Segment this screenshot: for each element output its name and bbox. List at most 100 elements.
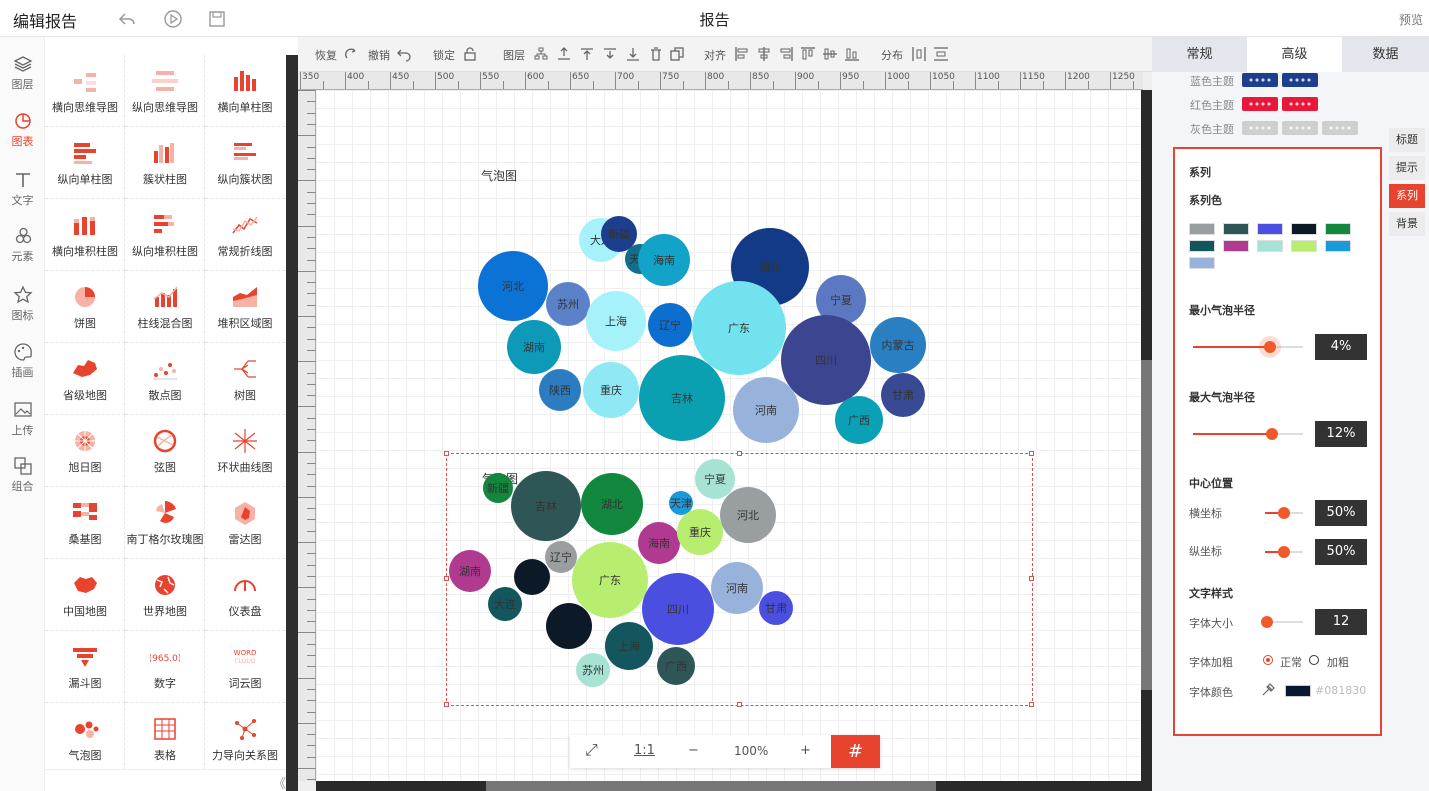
- bubble[interactable]: 河南: [711, 562, 763, 614]
- chart-type-item[interactable]: 横向思维导图: [45, 55, 125, 127]
- chart-type-item[interactable]: 力导向关系图: [205, 703, 285, 769]
- series-color-swatch[interactable]: [1325, 223, 1351, 235]
- align-left-icon[interactable]: [734, 46, 750, 62]
- copy-icon[interactable]: [669, 46, 685, 62]
- side-tab-1[interactable]: 提示: [1389, 156, 1425, 180]
- layer-tree-icon[interactable]: [533, 46, 549, 62]
- canvas-horizontal-scrollbar[interactable]: [316, 781, 1141, 791]
- chart-type-item[interactable]: 簇状柱图: [125, 127, 205, 199]
- zoom-in-button[interactable]: +: [800, 743, 811, 758]
- chart-type-item[interactable]: 中国地图: [45, 559, 125, 631]
- send-bottom-icon[interactable]: [625, 46, 641, 62]
- distribute-h-icon[interactable]: [911, 46, 927, 62]
- chart-type-item[interactable]: 常规折线图: [205, 199, 285, 271]
- tab-general[interactable]: 常规: [1152, 37, 1247, 72]
- resize-handle[interactable]: [444, 576, 449, 581]
- canvas-vertical-scrollbar[interactable]: [1141, 90, 1152, 791]
- bubble[interactable]: 广东: [692, 281, 786, 375]
- chart-type-item[interactable]: 雷达图: [205, 487, 285, 559]
- theme-swatch[interactable]: [1282, 97, 1318, 111]
- bubble-chart-2-selected[interactable]: 气泡图 新疆吉林湖北天津宁夏河北海南重庆辽宁湖南广东四川河南大连甘肃上海苏州广西: [444, 451, 1034, 707]
- series-color-swatch[interactable]: [1291, 223, 1317, 235]
- bubble[interactable]: 河北: [478, 251, 548, 321]
- bubble[interactable]: 河南: [733, 377, 799, 443]
- font-color-value[interactable]: #081830: [1315, 684, 1366, 697]
- y-slider-handle[interactable]: [1278, 546, 1290, 558]
- lock-button[interactable]: 锁定: [433, 47, 455, 63]
- bubble[interactable]: 四川: [642, 573, 714, 645]
- bubble[interactable]: 大连: [488, 587, 522, 621]
- series-color-swatch[interactable]: [1189, 223, 1215, 235]
- distribute-v-icon[interactable]: [933, 46, 949, 62]
- chart-type-item[interactable]: 树图: [205, 343, 285, 415]
- bubble[interactable]: 甘肃: [881, 373, 925, 417]
- align-center-h-icon[interactable]: [756, 46, 772, 62]
- bubble[interactable]: 海南: [638, 522, 680, 564]
- chart-type-item[interactable]: 堆积区域图: [205, 271, 285, 343]
- min-radius-handle[interactable]: [1264, 341, 1276, 353]
- side-tab-0[interactable]: 标题: [1389, 128, 1425, 152]
- chart-type-item[interactable]: 纵向单柱图: [45, 127, 125, 199]
- resize-handle[interactable]: [444, 451, 449, 456]
- series-color-swatch[interactable]: [1257, 223, 1283, 235]
- undo-arrow-icon[interactable]: [117, 9, 137, 29]
- bubble[interactable]: 海南: [638, 234, 690, 286]
- nav-item-pie-chart[interactable]: 图表: [0, 104, 45, 160]
- collapse-chevron-icon[interactable]: 《: [273, 773, 286, 791]
- nav-item-image-upload[interactable]: 上传: [0, 393, 45, 449]
- report-page[interactable]: 气泡图 大连新疆天津海南湖北河北苏州上海辽宁广东宁夏内蒙古湖南四川陕西重庆吉林河…: [316, 90, 1141, 781]
- preview-button[interactable]: 预览: [1399, 11, 1423, 28]
- resize-handle[interactable]: [737, 451, 742, 456]
- bubble[interactable]: 甘肃: [759, 591, 793, 625]
- nav-item-palette[interactable]: 插画: [0, 335, 45, 391]
- chart-type-item[interactable]: 旭日图: [45, 415, 125, 487]
- bring-up-icon[interactable]: [556, 46, 572, 62]
- theme-swatch[interactable]: [1242, 97, 1278, 111]
- theme-swatch[interactable]: [1242, 121, 1278, 135]
- bubble[interactable]: 重庆: [677, 509, 723, 555]
- resize-handle[interactable]: [444, 702, 449, 707]
- bubble[interactable]: 新疆: [483, 473, 513, 503]
- bubble[interactable]: 上海: [586, 291, 646, 351]
- resize-handle[interactable]: [1029, 451, 1034, 456]
- bold-radio[interactable]: [1309, 655, 1319, 665]
- min-radius-value[interactable]: 4%: [1315, 334, 1367, 360]
- nav-item-star[interactable]: 图标: [0, 278, 45, 334]
- chart-type-item[interactable]: 纵向簇状图: [205, 127, 285, 199]
- chart-type-item[interactable]: (965.0) 数字: [125, 631, 205, 703]
- series-color-swatch[interactable]: [1291, 240, 1317, 252]
- align-bottom-icon[interactable]: [844, 46, 860, 62]
- redo-button[interactable]: 恢复: [315, 47, 337, 63]
- align-button[interactable]: 对齐: [704, 47, 726, 63]
- bubble[interactable]: [514, 559, 550, 595]
- chart-type-item[interactable]: 散点图: [125, 343, 205, 415]
- chart-type-item[interactable]: 世界地图: [125, 559, 205, 631]
- chart-type-item[interactable]: 纵向堆积柱图: [125, 199, 205, 271]
- chart-type-item[interactable]: 横向单柱图: [205, 55, 285, 127]
- resize-handle[interactable]: [1029, 576, 1034, 581]
- undo-icon[interactable]: [396, 46, 412, 62]
- normal-radio[interactable]: [1263, 655, 1273, 665]
- chart-type-item[interactable]: 南丁格尔玫瑰图: [125, 487, 205, 559]
- delete-icon[interactable]: [648, 46, 664, 62]
- bubble[interactable]: 广东: [572, 542, 648, 618]
- nav-item-shapes[interactable]: 元素: [0, 219, 45, 275]
- x-slider-handle[interactable]: [1278, 507, 1290, 519]
- bubble[interactable]: 广西: [657, 647, 695, 685]
- side-tab-3[interactable]: 背景: [1389, 212, 1425, 236]
- bubble[interactable]: 内蒙古: [870, 317, 926, 373]
- series-color-swatch[interactable]: [1189, 240, 1215, 252]
- scroll-thumb[interactable]: [1141, 360, 1152, 690]
- max-radius-handle[interactable]: [1266, 428, 1279, 440]
- series-color-swatch[interactable]: [1189, 257, 1215, 269]
- align-middle-icon[interactable]: [822, 46, 838, 62]
- bubble[interactable]: 湖北: [581, 473, 643, 535]
- bubble[interactable]: 吉林: [639, 355, 725, 441]
- panel-scrollbar[interactable]: [286, 55, 298, 791]
- bubble[interactable]: 上海: [605, 622, 653, 670]
- chart-type-item[interactable]: 漏斗图: [45, 631, 125, 703]
- tab-advanced[interactable]: 高级: [1247, 37, 1342, 72]
- bubble[interactable]: 吉林: [511, 471, 581, 541]
- theme-swatch[interactable]: [1282, 73, 1318, 87]
- chart-type-item[interactable]: 柱线混合图: [125, 271, 205, 343]
